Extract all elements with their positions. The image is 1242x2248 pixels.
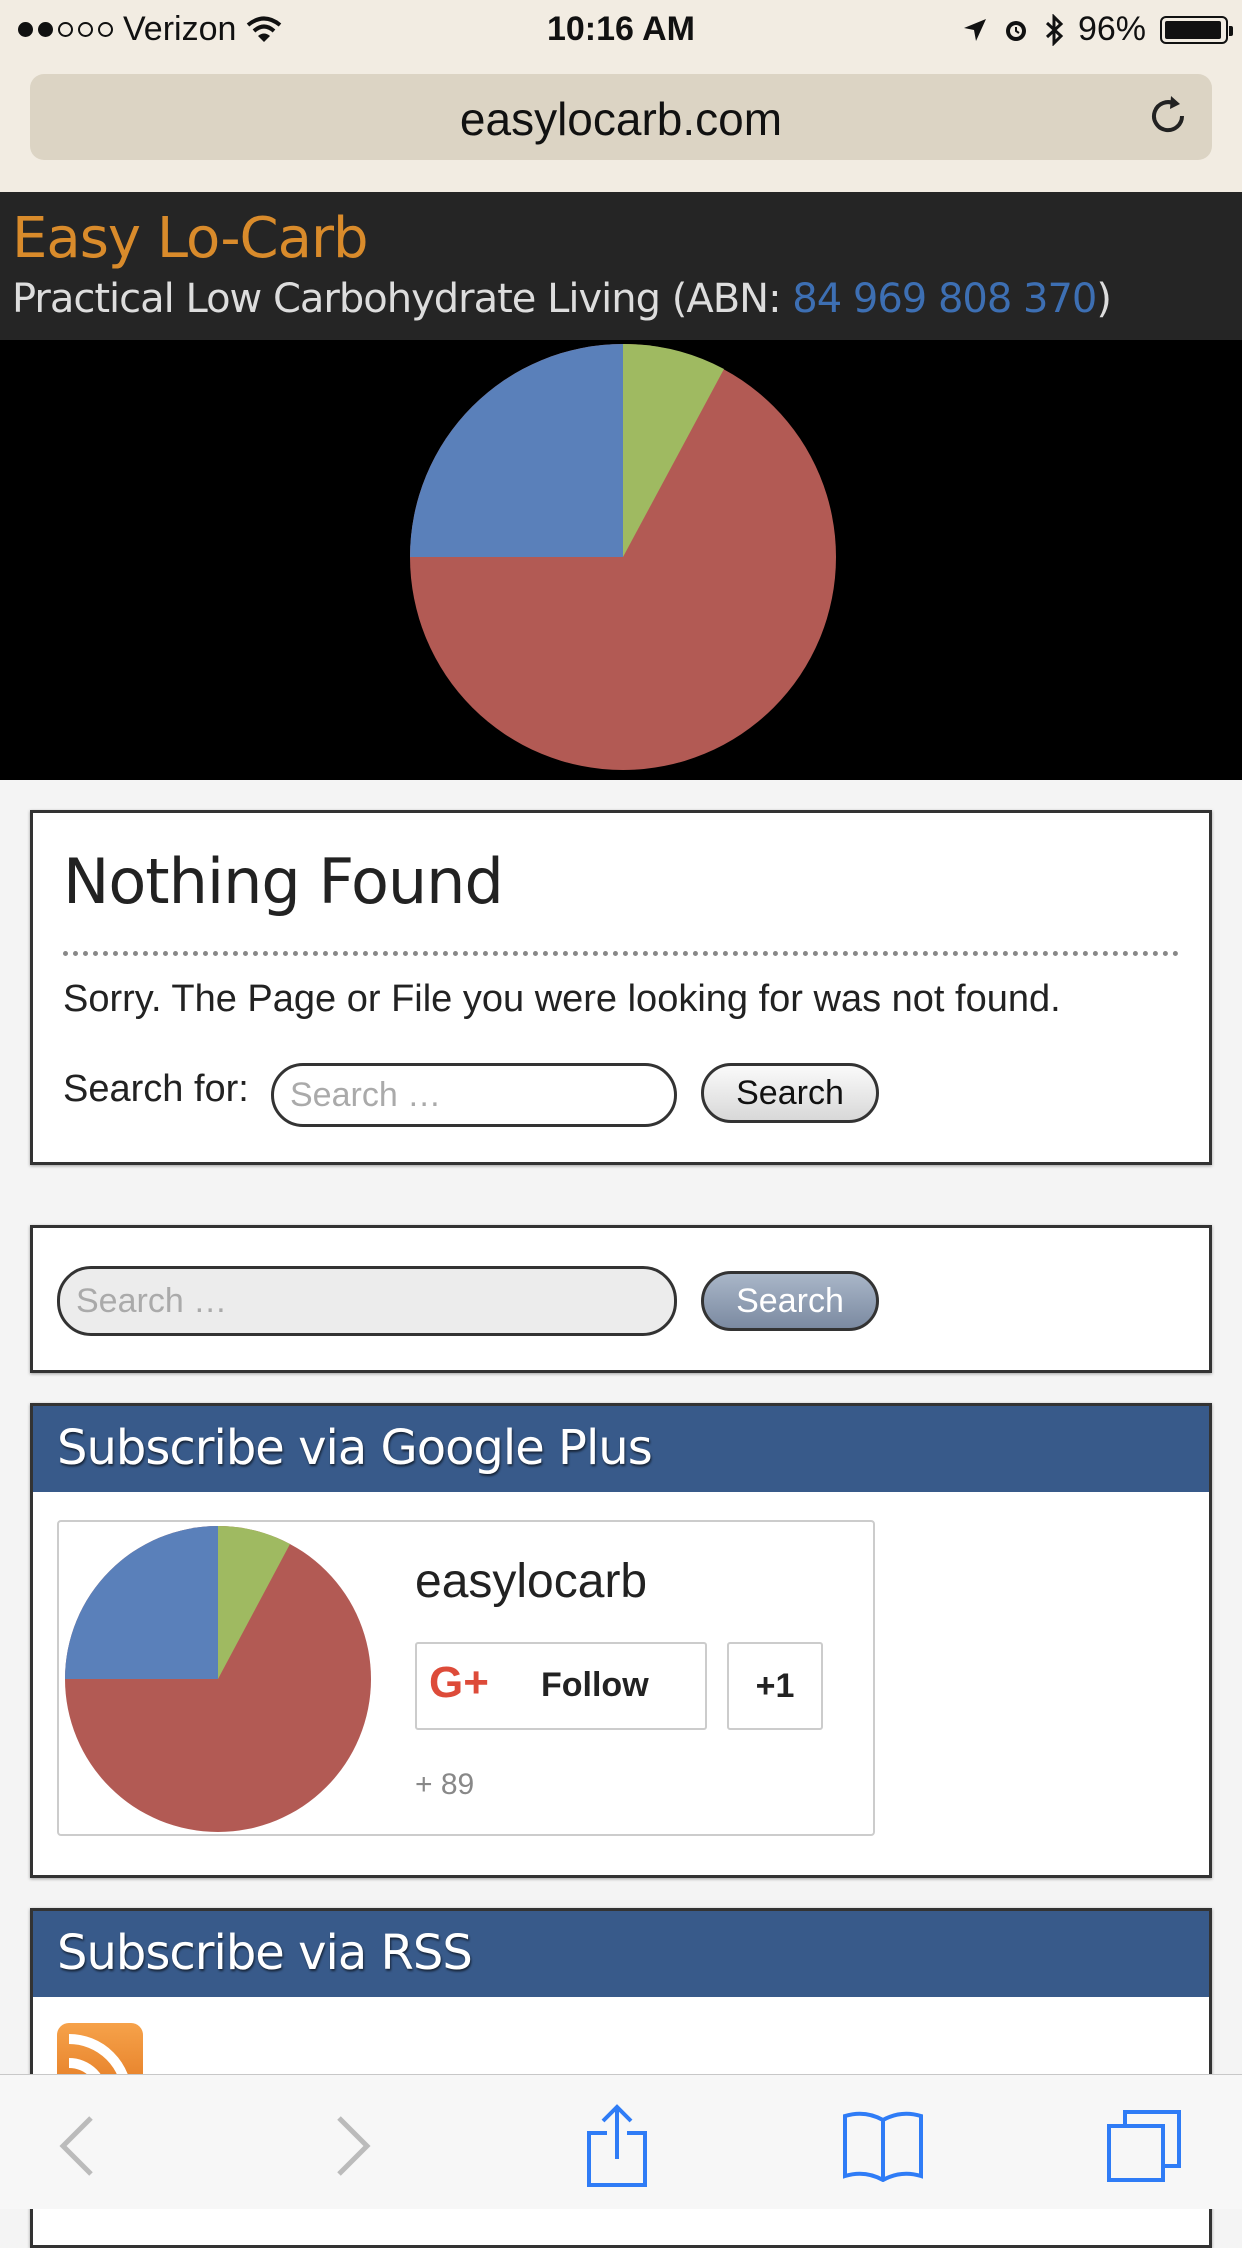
site-logo-pie[interactable] — [408, 342, 838, 772]
battery-percent: 96% — [1077, 10, 1146, 48]
page-title: Nothing Found — [63, 845, 504, 918]
avatar-slice-blue — [65, 1526, 218, 1679]
header-banner — [0, 340, 1242, 780]
widget-title: Subscribe via RSS — [57, 1925, 473, 1981]
search-widget: Search … Search — [30, 1225, 1212, 1373]
google-plus-widget: Subscribe via Google Plus easylocarb G+ … — [30, 1403, 1212, 1878]
forward-chevron-icon[interactable] — [308, 2101, 398, 2191]
google-plus-badge: easylocarb G+ Follow +1 + 89 — [57, 1520, 875, 1836]
follower-count: + 89 — [415, 1768, 475, 1801]
reload-icon[interactable] — [1144, 92, 1192, 140]
search-button[interactable]: Search — [701, 1063, 879, 1123]
not-found-box: Nothing Found Sorry. The Page or File yo… — [30, 810, 1212, 1165]
battery-icon — [1160, 15, 1233, 44]
widget-header: Subscribe via RSS — [33, 1911, 1209, 1997]
address-bar[interactable]: easylocarb.com — [30, 74, 1212, 160]
plus-one-button[interactable]: +1 — [727, 1642, 823, 1730]
site-title[interactable]: Easy Lo-Carb — [12, 206, 369, 271]
alarm-icon — [1005, 20, 1026, 41]
widget-title: Subscribe via Google Plus — [57, 1420, 653, 1476]
not-found-message: Sorry. The Page or File you were looking… — [63, 978, 1061, 1020]
widget-header: Subscribe via Google Plus — [33, 1406, 1209, 1492]
follow-button[interactable]: G+ Follow — [415, 1642, 707, 1730]
tabs-icon[interactable] — [1100, 2101, 1190, 2191]
url-text[interactable]: easylocarb.com — [30, 92, 1212, 146]
google-plus-icon: G+ — [429, 1658, 489, 1707]
tagline-suffix: ) — [1096, 276, 1112, 322]
title-divider — [63, 951, 1179, 956]
profile-name[interactable]: easylocarb — [415, 1554, 647, 1609]
share-icon[interactable] — [572, 2101, 662, 2191]
search-label: Search for: — [63, 1068, 249, 1110]
location-arrow-icon — [963, 18, 986, 41]
browser-toolbar — [0, 2074, 1242, 2209]
widget-search-button[interactable]: Search — [701, 1271, 879, 1331]
site-tagline: Practical Low Carbohydrate Living (ABN: … — [12, 276, 1112, 322]
widget-search-input[interactable]: Search … — [57, 1266, 677, 1336]
bluetooth-icon — [1045, 13, 1064, 46]
abn-link[interactable]: 84 969 808 370 — [792, 276, 1097, 322]
battery-level — [1165, 20, 1221, 39]
status-bar: Verizon 10:16 AM 96% — [0, 0, 1242, 60]
logo-slice-blue — [410, 344, 623, 557]
browser-chrome: easylocarb.com — [0, 60, 1242, 192]
bookmarks-icon[interactable] — [838, 2101, 928, 2191]
search-input[interactable]: Search … — [271, 1063, 677, 1127]
site-header: Easy Lo-Carb Practical Low Carbohydrate … — [0, 192, 1242, 340]
tagline-prefix: Practical Low Carbohydrate Living (ABN: — [12, 276, 793, 322]
follow-label: Follow — [541, 1666, 649, 1704]
back-chevron-icon[interactable] — [32, 2101, 122, 2191]
avatar[interactable] — [63, 1524, 373, 1834]
status-right: 96% — [962, 10, 1233, 49]
